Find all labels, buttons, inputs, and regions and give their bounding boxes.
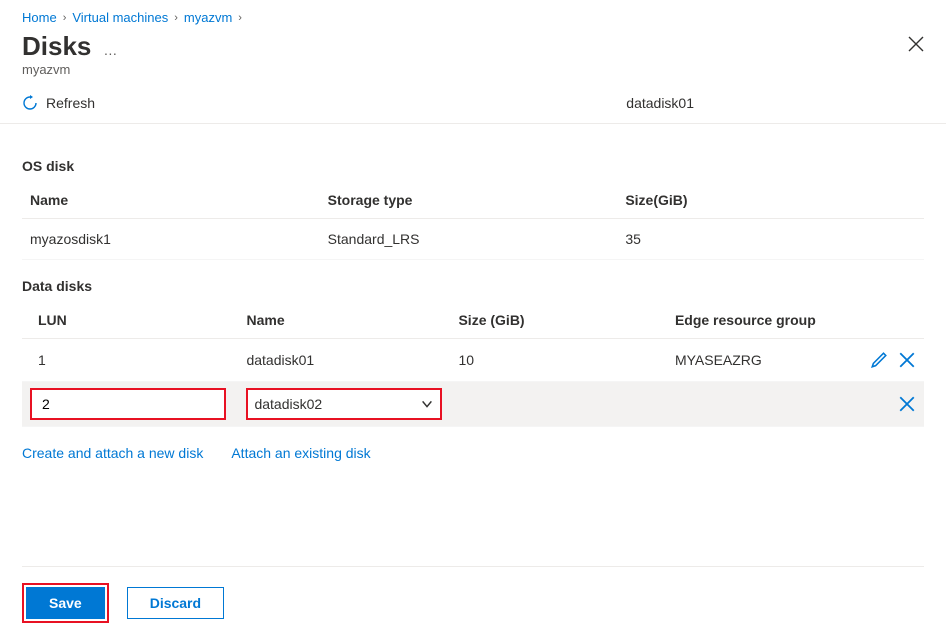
link-row: Create and attach a new disk Attach an e… [22, 427, 924, 479]
data-disk-lun: 1 [22, 339, 238, 382]
data-disks-table: LUN Name Size (GiB) Edge resource group … [22, 302, 924, 427]
chevron-right-icon: › [63, 12, 67, 24]
data-disks-title: Data disks [22, 278, 924, 294]
toolbar: Refresh datadisk01 [0, 85, 946, 124]
page-title: Disks [22, 31, 91, 62]
delete-button[interactable] [898, 351, 916, 369]
pencil-icon [870, 351, 888, 369]
more-menu[interactable]: … [103, 42, 118, 58]
refresh-button[interactable]: Refresh [22, 95, 95, 111]
chevron-right-icon: › [174, 12, 178, 24]
toolbar-status-text: datadisk01 [626, 95, 924, 111]
disk-name-selected: datadisk02 [254, 396, 322, 412]
breadcrumb-virtual-machines[interactable]: Virtual machines [72, 10, 168, 25]
edit-button[interactable] [870, 351, 888, 369]
editing-row: datadisk02 [22, 382, 924, 427]
data-disk-col-size: Size (GiB) [450, 302, 666, 339]
close-icon [898, 395, 916, 413]
refresh-label: Refresh [46, 95, 95, 111]
page-header: Disks … [0, 31, 946, 62]
close-icon [898, 351, 916, 369]
data-disk-col-lun: LUN [22, 302, 238, 339]
breadcrumb-vm-name[interactable]: myazvm [184, 10, 232, 25]
data-disk-size: 10 [450, 339, 666, 382]
create-attach-link[interactable]: Create and attach a new disk [22, 445, 203, 461]
data-disk-name: datadisk01 [238, 339, 450, 382]
data-disk-col-name: Name [238, 302, 450, 339]
chevron-right-icon: › [238, 12, 242, 24]
os-disk-name: myazosdisk1 [22, 219, 320, 260]
save-button[interactable]: Save [26, 587, 105, 619]
close-icon [908, 36, 924, 52]
discard-button[interactable]: Discard [127, 587, 224, 619]
data-disk-erg: MYASEAZRG [667, 339, 854, 382]
data-disk-col-erg: Edge resource group [667, 302, 854, 339]
close-button[interactable] [908, 32, 924, 61]
os-disk-col-storage-type: Storage type [320, 182, 618, 219]
refresh-icon [22, 95, 38, 111]
os-disk-col-size: Size(GiB) [617, 182, 924, 219]
table-row: myazosdisk1 Standard_LRS 35 [22, 219, 924, 260]
chevron-down-icon [420, 397, 434, 411]
page-subtitle: myazvm [0, 62, 946, 85]
delete-button[interactable] [898, 395, 916, 413]
breadcrumb-home[interactable]: Home [22, 10, 57, 25]
os-disk-title: OS disk [22, 158, 924, 174]
os-disk-storage-type: Standard_LRS [320, 219, 618, 260]
footer: Save Discard [22, 566, 924, 623]
os-disk-size: 35 [617, 219, 924, 260]
os-disk-col-name: Name [22, 182, 320, 219]
os-disk-table: Name Storage type Size(GiB) myazosdisk1 … [22, 182, 924, 260]
attach-existing-link[interactable]: Attach an existing disk [231, 445, 370, 461]
lun-input[interactable] [30, 388, 226, 420]
save-highlight: Save [22, 583, 109, 623]
disk-name-select[interactable]: datadisk02 [246, 388, 442, 420]
breadcrumb: Home › Virtual machines › myazvm › [0, 0, 946, 31]
table-row: 1 datadisk01 10 MYASEAZRG [22, 339, 924, 382]
